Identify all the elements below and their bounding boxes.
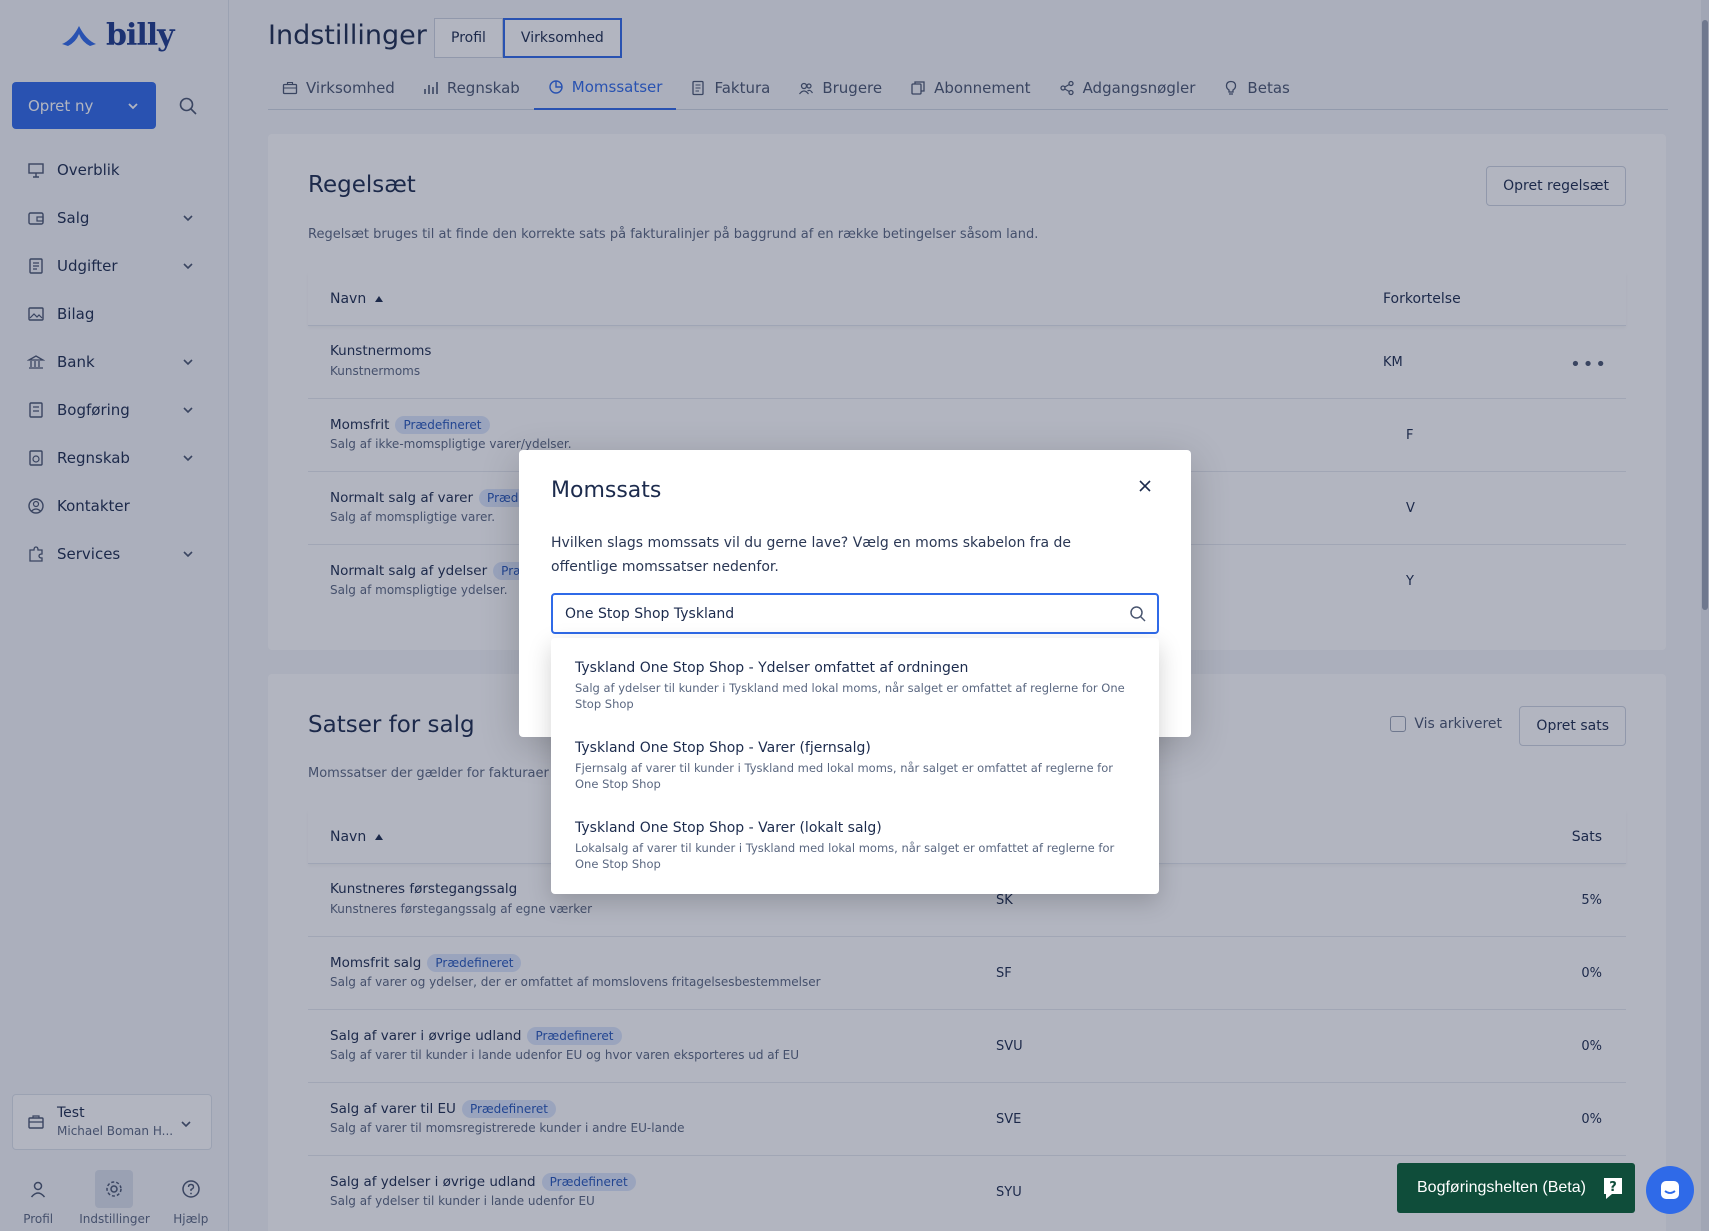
search-result-title: Tyskland One Stop Shop - Varer (lokalt s… — [575, 820, 882, 836]
search-result-item[interactable]: Tyskland One Stop Shop - Ydelser omfatte… — [575, 660, 1135, 712]
search-results-dropdown: Tyskland One Stop Shop - Ydelser omfatte… — [551, 638, 1159, 894]
search-result-title: Tyskland One Stop Shop - Varer (fjernsal… — [575, 740, 871, 756]
search-result-item[interactable]: Tyskland One Stop Shop - Varer (lokalt s… — [575, 820, 1135, 872]
bookkeeping-helper-button[interactable]: Bogføringshelten (Beta) ? — [1397, 1163, 1635, 1213]
chat-question-icon: ? — [1603, 1178, 1622, 1199]
chat-icon — [1661, 1181, 1679, 1199]
support-chat-button[interactable] — [1646, 1166, 1694, 1214]
search-result-description: Fjernsalg af varer til kunder i Tyskland… — [575, 761, 1113, 791]
template-search-input[interactable] — [565, 605, 1105, 622]
modal-description: Hvilken slags momssats vil du gerne lave… — [551, 535, 1071, 575]
search-result-description: Salg af ydelser til kunder i Tyskland me… — [575, 681, 1125, 711]
search-icon[interactable] — [1129, 605, 1147, 623]
bookkeeping-helper-label: Bogføringshelten (Beta) — [1417, 1179, 1586, 1196]
search-result-title: Tyskland One Stop Shop - Ydelser omfatte… — [575, 660, 969, 676]
close-icon[interactable] — [1137, 478, 1153, 494]
svg-text:?: ? — [1609, 1180, 1617, 1195]
search-result-description: Lokalsalg af varer til kunder i Tyskland… — [575, 841, 1115, 871]
search-result-item[interactable]: Tyskland One Stop Shop - Varer (fjernsal… — [575, 740, 1135, 792]
modal-title: Momssats — [551, 478, 662, 503]
template-search-field[interactable] — [551, 593, 1159, 634]
